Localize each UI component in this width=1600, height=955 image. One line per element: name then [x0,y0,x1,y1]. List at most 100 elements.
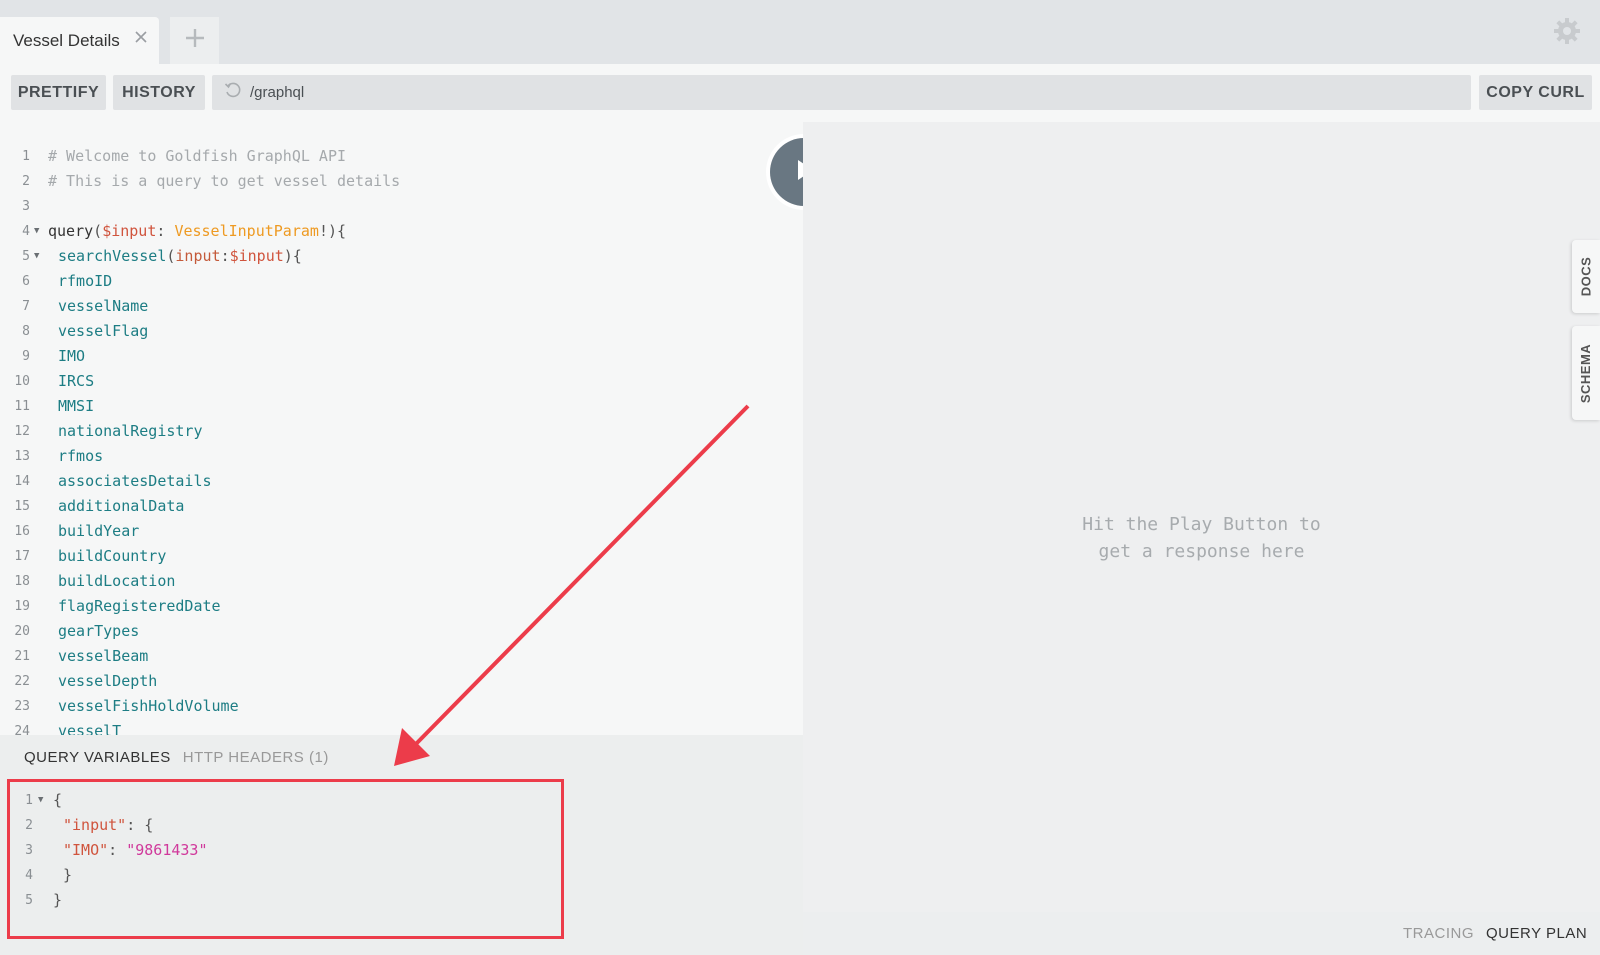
docs-tab[interactable]: DOCS [1572,240,1600,313]
code-token: # This is a query to get vessel details [48,172,401,190]
fold-arrow-icon[interactable]: ▼ [34,244,39,269]
code-text: vesselFlag [58,319,148,344]
line-number: 1 [22,149,30,164]
code-line: 23 vesselFishHoldVolume [0,694,803,719]
code-line: 11 MMSI [0,394,803,419]
code-token: nationalRegistry [58,422,203,440]
add-tab-button[interactable] [170,17,219,64]
tracing-tab[interactable]: TRACING [1403,925,1474,942]
code-line: 16 buildYear [0,519,803,544]
code-token: vesselDepth [58,672,158,690]
result-footer: TRACING QUERY PLAN [803,912,1600,955]
code-text: nationalRegistry [58,419,203,444]
plus-icon [184,27,206,54]
line-number: 23 [14,699,30,714]
query-editor[interactable]: 1 # Welcome to Goldfish GraphQL API 2 # Thi… [0,122,803,735]
code-line: 17 buildCountry [0,544,803,569]
code-line: 9 IMO [0,344,803,369]
copy-curl-button[interactable]: COPY CURL [1479,75,1592,110]
history-button[interactable]: HISTORY [113,75,205,110]
endpoint-url-input[interactable]: /graphql [212,75,1471,110]
code-token: $input [102,222,157,240]
code-token: flagRegisteredDate [58,597,221,615]
code-text: rfmos [58,444,103,469]
query-plan-tab[interactable]: QUERY PLAN [1486,925,1587,942]
line-number: 15 [14,499,30,514]
code-token: : [156,222,175,240]
code-token: $input [229,247,284,265]
line-number: 11 [14,399,30,414]
code-text: buildLocation [58,569,175,594]
line-number: 20 [14,624,30,639]
close-icon[interactable] [133,29,149,45]
code-token: vesselName [58,297,149,315]
line-number: 24 [14,724,30,735]
code-token: buildYear [58,522,140,540]
code-text: searchVessel(input:$input){ [58,244,302,269]
code-text: # This is a query to get vessel details [48,169,400,194]
tab-title: Vessel Details [13,30,120,50]
code-token: buildLocation [58,572,176,590]
line-number: 10 [14,374,30,389]
code-text: rfmoID [58,269,112,294]
code-line: 15 additionalData [0,494,803,519]
code-token: ){ [283,247,302,265]
refresh-icon[interactable] [224,81,250,104]
line-number: 12 [14,424,30,439]
code-token: rfmos [58,447,104,465]
line-number: 7 [22,299,30,314]
code-text: vesselName [58,294,148,319]
code-text: IMO [58,344,85,369]
fold-arrow-icon[interactable]: ▼ [34,219,39,244]
code-line: 24 vesselT [0,719,803,735]
line-number: 16 [14,524,30,539]
tab-query-variables[interactable]: QUERY VARIABLES [24,749,171,766]
code-token: vesselFishHoldVolume [58,697,239,715]
code-token: vesselT [58,722,122,735]
line-number: 13 [14,449,30,464]
code-line: 19 flagRegisteredDate [0,594,803,619]
schema-tab-label: SCHEMA [1578,343,1594,403]
code-line: 20 gearTypes [0,619,803,644]
code-token: vesselFlag [58,322,149,340]
code-line: 2 # This is a query to get vessel details [0,169,803,194]
code-line: 4 ▼ query($input: VesselInputParam!){ [0,219,803,244]
line-number: 19 [14,599,30,614]
code-text: query($input: VesselInputParam!){ [48,219,346,244]
code-line: 8 vesselFlag [0,319,803,344]
result-placeholder: Hit the Play Button to get a response he… [803,511,1600,565]
code-line: 7 vesselName [0,294,803,319]
code-line: 14 associatesDetails [0,469,803,494]
code-token: VesselInputParam [174,222,319,240]
tab-bar: Vessel Details [0,0,1600,64]
line-number: 9 [22,349,30,364]
line-number: 18 [14,574,30,589]
code-line: 22 vesselDepth [0,669,803,694]
gear-icon[interactable] [1552,16,1582,46]
code-token: MMSI [58,397,95,415]
code-token: rfmoID [58,272,113,290]
code-line: 10 IRCS [0,369,803,394]
code-token: IRCS [58,372,95,390]
line-number: 22 [14,674,30,689]
code-token: input [175,247,221,265]
schema-tab[interactable]: SCHEMA [1572,326,1600,420]
code-token: associatesDetails [58,472,212,490]
code-text: IRCS [58,369,94,394]
line-number: 6 [22,274,30,289]
result-placeholder-line: Hit the Play Button to [1082,514,1321,535]
code-token: : [220,247,230,265]
line-number: 4 [22,224,30,239]
code-line: 18 buildLocation [0,569,803,594]
tab-http-headers[interactable]: HTTP HEADERS (1) [183,749,329,766]
code-line: 13 rfmos [0,444,803,469]
tab-vessel-details[interactable]: Vessel Details [0,17,159,64]
endpoint-url: /graphql [250,84,305,101]
line-number: 17 [14,549,30,564]
code-line: 1 # Welcome to Goldfish GraphQL API [0,144,803,169]
result-pane: Hit the Play Button to get a response he… [803,122,1600,912]
prettify-button[interactable]: PRETTIFY [11,75,106,110]
code-text: flagRegisteredDate [58,594,221,619]
code-text: associatesDetails [58,469,212,494]
code-line: 21 vesselBeam [0,644,803,669]
